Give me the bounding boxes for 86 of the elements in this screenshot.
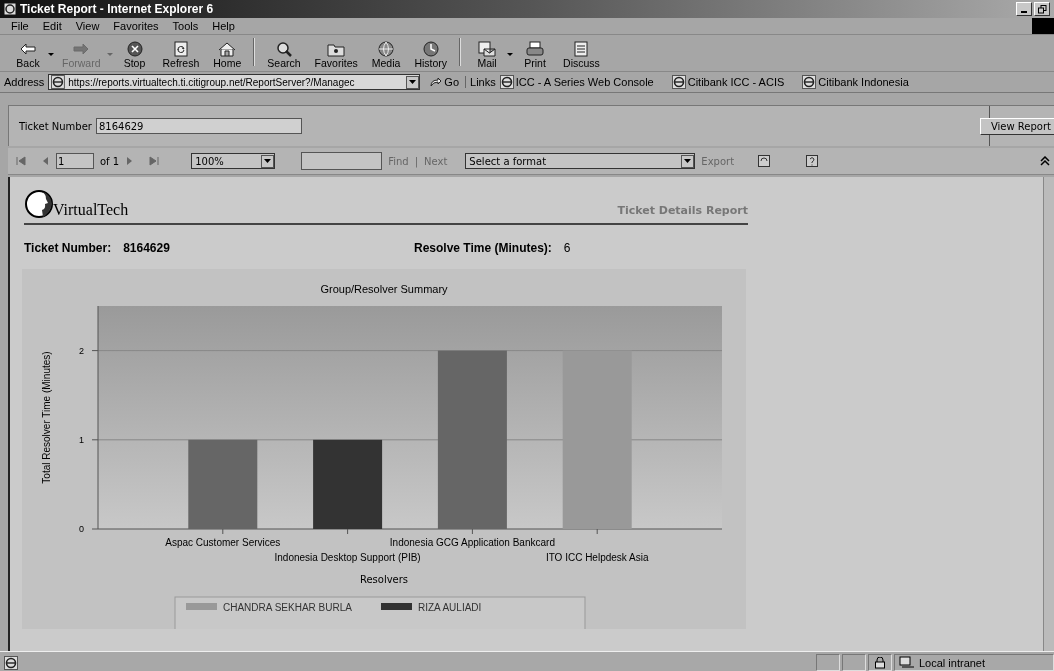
home-icon — [217, 41, 238, 57]
page-icon — [499, 75, 514, 89]
back-arrow-icon — [18, 41, 38, 57]
restore-button[interactable] — [1034, 2, 1050, 16]
minimize-button[interactable] — [1016, 2, 1032, 16]
page-count: of 1 — [100, 155, 120, 167]
address-field[interactable]: https://reports.virtualtech.ti.citigroup.net/ReportServer?/Managec — [48, 74, 421, 90]
scrollbar[interactable] — [1043, 177, 1054, 651]
company-name: VirtualTech — [53, 201, 129, 219]
go-button[interactable]: Go — [424, 76, 467, 88]
toolbar-button[interactable]: Back — [8, 41, 48, 69]
printer-icon — [525, 41, 546, 57]
y-tick-label: 2 — [79, 345, 84, 356]
menu-item[interactable]: File — [4, 20, 36, 32]
caret-icon[interactable] — [409, 80, 417, 84]
page-icon — [51, 75, 66, 89]
window-title: Ticket Report - Internet Explorer 6 — [20, 2, 214, 16]
refresh-icon[interactable] — [758, 155, 771, 167]
go-arrow-icon — [430, 77, 443, 87]
toolbar-button[interactable]: Favorites — [308, 41, 364, 69]
field-label: Ticket Number: — [24, 241, 112, 255]
view-report-button[interactable]: View Report — [979, 117, 1054, 135]
menu-item[interactable]: View — [68, 20, 107, 32]
field-value: 8164629 — [123, 241, 170, 255]
last-page-icon[interactable] — [149, 156, 160, 166]
clock-icon — [420, 41, 441, 57]
help-icon[interactable] — [806, 155, 819, 167]
ticket-number-field[interactable]: 8164629 — [95, 118, 302, 134]
field-value: 6 — [563, 241, 571, 255]
x-axis-title: Resolvers — [359, 574, 409, 585]
link-item[interactable]: Citibank Indonesia — [802, 75, 909, 89]
status-panel — [842, 654, 866, 671]
y-tick-label: 1 — [79, 434, 84, 445]
caret-icon — [684, 159, 692, 163]
y-axis-title: Total Resolver Time (Minutes) — [41, 351, 52, 484]
find-field[interactable] — [301, 152, 383, 170]
category-label: Indonesia Desktop Support (PIB) — [274, 552, 421, 563]
chart-title: Group/Resolver Summary — [320, 283, 448, 295]
toolbar-button[interactable]: History — [408, 41, 454, 69]
menu-item[interactable]: Help — [205, 20, 242, 32]
category-label: Aspac Customer Services — [165, 537, 281, 548]
toolbar-button[interactable]: Home — [207, 41, 248, 69]
stop-icon — [124, 41, 145, 57]
mail-icon — [477, 41, 498, 57]
toolbar-button[interactable]: Media — [365, 41, 407, 69]
ticket-number-label: Ticket Number — [19, 120, 92, 132]
restore-icon — [1037, 4, 1047, 14]
menu-item[interactable]: Favorites — [106, 20, 166, 32]
toolbar-button[interactable]: Print — [515, 41, 556, 69]
legend-label: CHANDRA SEKHAR BURLA — [223, 602, 352, 613]
status-panel — [816, 654, 840, 671]
y-tick-label: 0 — [79, 524, 84, 534]
category-label: Indonesia GCG Application Bankcard — [389, 537, 555, 548]
caret-icon — [264, 159, 272, 163]
first-page-icon[interactable] — [16, 156, 26, 166]
toolbar-button[interactable]: Search — [261, 41, 307, 69]
category-label: ITO ICC Helpdesk Asia — [545, 552, 649, 563]
collapse-icon[interactable] — [1040, 156, 1050, 166]
page-icon — [4, 655, 18, 670]
caret-icon[interactable] — [48, 53, 54, 57]
link-item[interactable]: ICC - A Series Web Console — [499, 75, 654, 89]
caret-icon[interactable] — [507, 53, 514, 57]
folder-icon — [326, 41, 347, 57]
links-label: Links — [470, 76, 496, 88]
page-icon — [802, 75, 817, 89]
globe-icon — [376, 41, 397, 57]
security-zone: Local intranet — [919, 656, 986, 669]
menu-item[interactable]: Tools — [165, 20, 206, 32]
page-number-field[interactable]: 1 — [56, 153, 94, 169]
toolbar-button[interactable]: Discuss — [557, 41, 606, 69]
separator: | — [414, 155, 419, 167]
link-item[interactable]: Citibank ICC - ACIS — [671, 75, 785, 89]
lock-icon — [875, 656, 885, 669]
format-dropdown[interactable]: Select a format — [465, 153, 696, 169]
zoom-dropdown[interactable]: 100% — [191, 153, 276, 169]
toolbar-button[interactable]: Stop — [114, 41, 155, 69]
menu-item[interactable]: Edit — [35, 20, 69, 32]
browser-icon — [4, 3, 16, 15]
field-label: Resolve Time (Minutes): — [414, 241, 552, 255]
toolbar-button[interactable]: Refresh — [156, 41, 206, 69]
legend-label: RIZA AULIADI — [418, 602, 482, 613]
page-icon — [671, 75, 686, 89]
toolbar-button[interactable]: Mail — [467, 41, 508, 69]
report-title: Ticket Details Report — [617, 204, 748, 217]
computer-icon — [899, 656, 915, 669]
address-label: Address — [4, 76, 45, 88]
